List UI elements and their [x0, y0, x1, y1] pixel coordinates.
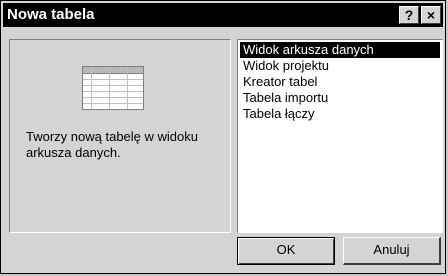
ok-button[interactable]: OK — [237, 237, 335, 265]
list-item-datasheet-view[interactable]: Widok arkusza danych — [240, 42, 440, 58]
cancel-button[interactable]: Anuluj — [343, 237, 441, 265]
view-options-list[interactable]: Widok arkusza danych Widok projektu Krea… — [237, 39, 443, 233]
list-item-link-table[interactable]: Tabela łączy — [240, 106, 440, 122]
title-bar[interactable]: Nowa tabela ? × — [3, 3, 443, 27]
help-button[interactable]: ? — [399, 6, 419, 24]
option-description: Tworzy nową tabelę w widoku arkusza dany… — [26, 129, 198, 160]
preview-panel: Tworzy nową tabelę w widoku arkusza dany… — [9, 39, 231, 233]
list-item-table-wizard[interactable]: Kreator tabel — [240, 74, 440, 90]
new-table-dialog: Nowa tabela ? × Tworzy nową tabelę w wid… — [0, 0, 446, 274]
close-button[interactable]: × — [421, 6, 441, 24]
table-grid-icon — [82, 66, 144, 110]
list-item-design-view[interactable]: Widok projektu — [240, 58, 440, 74]
dialog-title: Nowa tabela — [7, 6, 95, 23]
list-item-import-table[interactable]: Tabela importu — [240, 90, 440, 106]
